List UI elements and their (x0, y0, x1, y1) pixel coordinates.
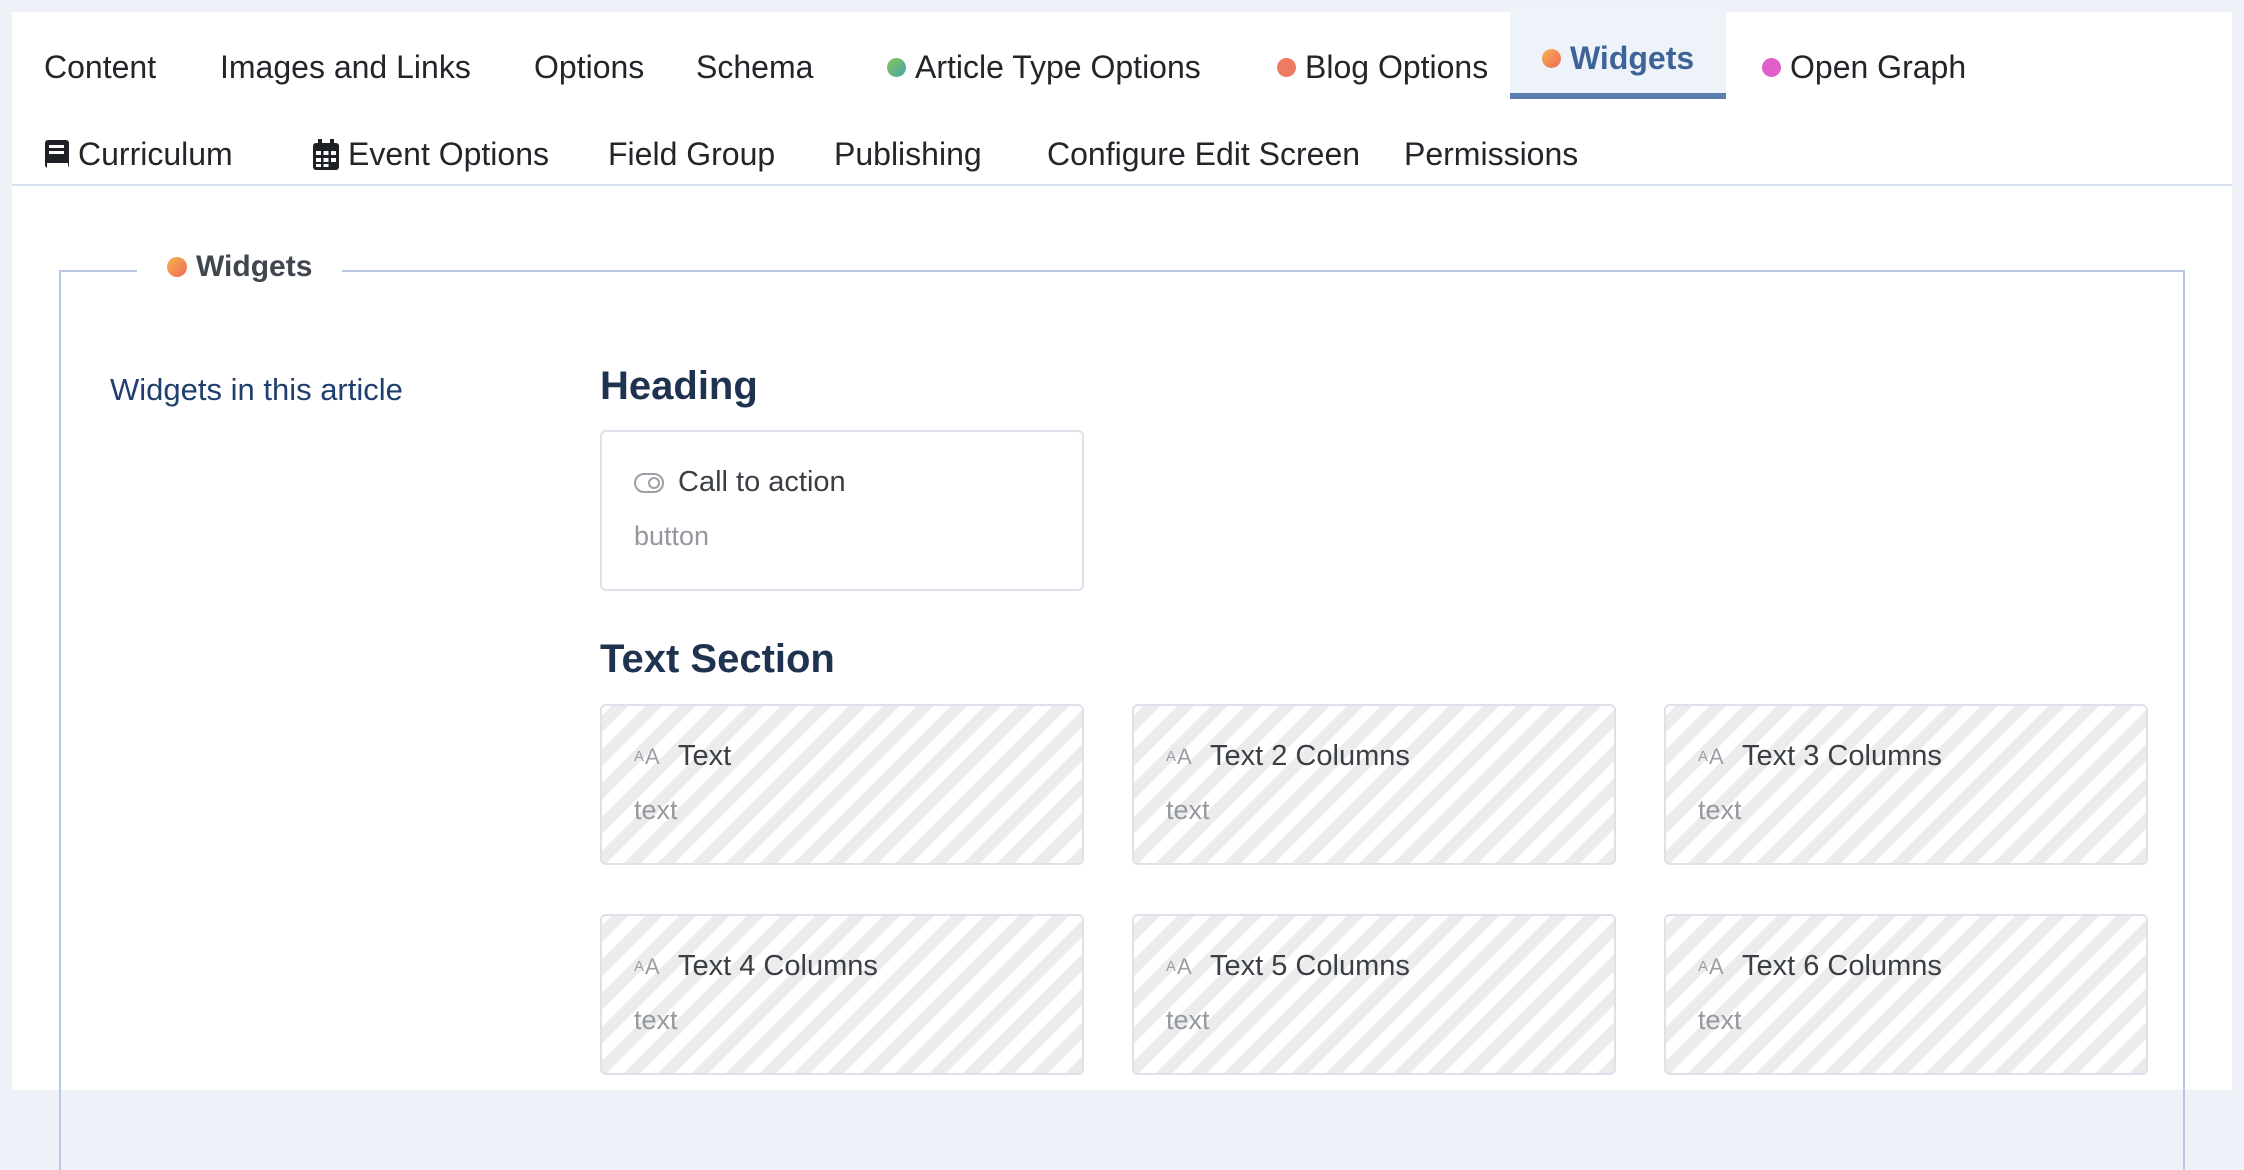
tab-images-and-links[interactable]: Images and Links (188, 24, 503, 111)
card-title: Text 5 Columns (1210, 950, 1410, 982)
card-title: Text 3 Columns (1742, 740, 1942, 772)
section-title-heading: Heading (600, 364, 758, 408)
widget-card-text-5-columns[interactable]: AA Text 5 Columns text (1132, 914, 1616, 1075)
status-dot-icon (887, 58, 906, 77)
status-dot-icon (167, 257, 187, 277)
tab-curriculum[interactable]: Curriculum (12, 111, 265, 198)
card-type: button (634, 521, 710, 551)
card-title: Text 2 Columns (1210, 740, 1410, 772)
tab-label: Widgets (1570, 40, 1695, 76)
tab-label: Options (534, 49, 645, 85)
card-type: text (1698, 795, 1742, 825)
tab-label: Images and Links (220, 49, 471, 85)
font-size-icon: AA (634, 953, 661, 979)
tab-label: Article Type Options (915, 49, 1201, 85)
tab-label: Content (44, 49, 157, 85)
card-type: text (1698, 1005, 1742, 1035)
card-type: text (634, 795, 678, 825)
widget-card-text-6-columns[interactable]: AA Text 6 Columns text (1664, 914, 2148, 1075)
tab-field-group[interactable]: Field Group (576, 111, 807, 198)
status-dot-icon (1762, 58, 1781, 77)
card-header: AA Text 2 Columns (1166, 740, 1614, 773)
tab-label: Permissions (1404, 136, 1579, 172)
fieldset-legend: Widgets (137, 250, 343, 284)
tab-article-type-options[interactable]: Article Type Options (855, 24, 1233, 111)
card-type: text (634, 1005, 678, 1035)
tab-label: Publishing (834, 136, 982, 172)
status-dot-icon (1277, 58, 1296, 77)
card-header: AA Text 3 Columns (1698, 740, 2146, 773)
card-title: Call to action (678, 466, 846, 498)
edit-panel: Content Images and Links Options Schema … (12, 12, 2232, 1170)
card-title: Text 6 Columns (1742, 950, 1942, 982)
toggle-icon (634, 472, 678, 493)
tab-label: Field Group (608, 136, 776, 172)
card-title: Text (678, 740, 732, 772)
tab-open-graph[interactable]: Open Graph (1730, 24, 1998, 111)
tab-permissions[interactable]: Permissions (1372, 111, 1610, 198)
card-header: AA Text (634, 740, 1082, 773)
tab-options[interactable]: Options (502, 24, 676, 111)
tab-label: Curriculum (78, 136, 233, 172)
card-title: Text 4 Columns (678, 950, 878, 982)
widget-card-text-4-columns[interactable]: AA Text 4 Columns text (600, 914, 1084, 1075)
section-title-text-section: Text Section (600, 637, 835, 681)
tab-label: Event Options (348, 136, 549, 172)
tab-label: Blog Options (1305, 49, 1489, 85)
tab-configure-edit-screen[interactable]: Configure Edit Screen (1015, 111, 1392, 198)
card-type: text (1166, 1005, 1210, 1035)
font-size-icon: AA (1698, 743, 1725, 769)
tab-blog-options[interactable]: Blog Options (1245, 24, 1520, 111)
tab-widgets[interactable]: Widgets (1510, 12, 1727, 99)
widgets-fieldset: Widgets Widgets in this article Heading … (59, 250, 2185, 1170)
widget-card-text[interactable]: AA Text text (600, 704, 1084, 865)
tab-publishing[interactable]: Publishing (802, 111, 1014, 198)
card-header: AA Text 5 Columns (1166, 950, 1614, 983)
tab-label: Open Graph (1790, 49, 1967, 85)
card-header: AA Text 6 Columns (1698, 950, 2146, 983)
card-header: AA Text 4 Columns (634, 950, 1082, 983)
font-size-icon: AA (1166, 743, 1193, 769)
widget-card-call-to-action[interactable]: Call to action button (600, 430, 1084, 591)
tab-label: Configure Edit Screen (1047, 136, 1361, 172)
font-size-icon: AA (1166, 953, 1193, 979)
widget-card-text-3-columns[interactable]: AA Text 3 Columns text (1664, 704, 2148, 865)
tab-content[interactable]: Content (12, 24, 188, 111)
tab-schema[interactable]: Schema (664, 24, 845, 111)
font-size-icon: AA (634, 743, 661, 769)
widget-card-text-2-columns[interactable]: AA Text 2 Columns text (1132, 704, 1616, 865)
font-size-icon: AA (1698, 953, 1725, 979)
widgets-in-article-label: Widgets in this article (110, 372, 403, 407)
legend-label: Widgets (196, 250, 313, 283)
card-header: Call to action (634, 466, 1082, 499)
status-dot-icon (1542, 49, 1561, 68)
calendar-icon (312, 138, 340, 171)
book-icon (44, 139, 70, 171)
tab-bar: Content Images and Links Options Schema … (12, 12, 2232, 186)
tab-label: Schema (696, 49, 814, 85)
card-type: text (1166, 795, 1210, 825)
tab-event-options[interactable]: Event Options (280, 111, 581, 198)
